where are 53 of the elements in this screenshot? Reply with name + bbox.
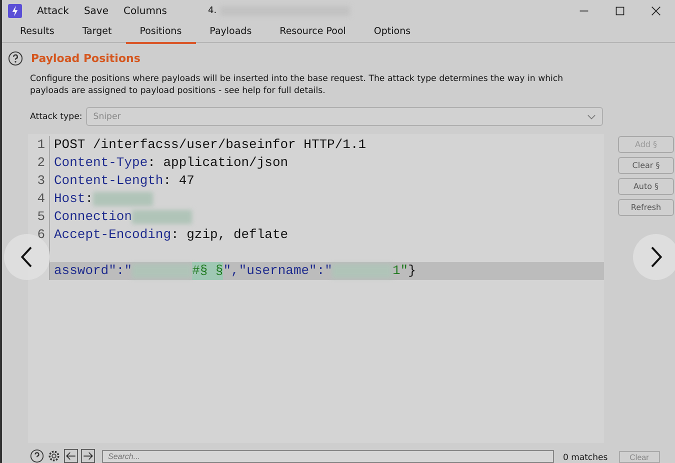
side-button[interactable]: Refresh (618, 199, 674, 216)
menu-item[interactable]: Columns (123, 6, 167, 16)
tab[interactable]: Resource Pool (266, 22, 360, 42)
code-token: : gzip, deflate (171, 226, 288, 244)
redacted-blur (132, 264, 192, 278)
code-token: Connection (54, 208, 132, 226)
line-number: 5 (37, 209, 45, 224)
code-token: : application/json (148, 154, 288, 172)
request-editor[interactable]: 1 POST /interfacss/user/baseinfor HTTP/1.1 2 Content-Type: application/json 3 Content-Length: 47 4 Host: 5 Connection 6 Accept-Encoding: gzip, deflate assword":" #§ §","username":" 1"} (28, 134, 604, 443)
forward-arrow-icon[interactable] (81, 449, 95, 463)
help-icon[interactable] (8, 51, 23, 66)
maximize-icon[interactable] (615, 6, 625, 16)
back-arrow-icon[interactable] (64, 449, 78, 463)
line-number: 4 (37, 191, 45, 206)
payload-marker: #§ § (192, 262, 224, 280)
line-number: 6 (37, 227, 45, 242)
code-token: 1" (392, 262, 408, 280)
section-description: Configure the positions where payloads will be inserted into the base request. The attack type determines the way in which payloads are assigned to payload positions - see help for full details. (30, 73, 564, 97)
code-token: POST /interfacss/user/baseinfor HTTP/1.1 (54, 136, 366, 154)
side-button[interactable]: Auto § (618, 178, 674, 195)
section-title: Payload Positions (31, 52, 140, 65)
match-count: 0 matches (563, 453, 608, 463)
close-icon[interactable] (651, 6, 661, 16)
code-token: : 47 (163, 172, 194, 190)
code-token: : (85, 190, 94, 208)
redacted-blur (132, 210, 192, 224)
tab[interactable]: Target (68, 22, 126, 42)
chevron-down-icon (587, 114, 596, 120)
code-token: Content-Length (54, 172, 164, 190)
menu-item[interactable]: Attack (37, 6, 69, 16)
tab[interactable]: Results (6, 22, 68, 42)
code-token: Accept-Encoding (54, 226, 172, 244)
search-field[interactable]: Search... (102, 450, 554, 463)
code-token: } (408, 262, 416, 280)
code-token: assword":" (54, 262, 132, 280)
window-title: 4. (208, 6, 217, 16)
next-button[interactable] (633, 234, 675, 280)
settings-icon[interactable] (47, 449, 61, 463)
side-button[interactable]: Clear § (618, 157, 674, 174)
redacted-blur (93, 192, 154, 206)
menu-item[interactable]: Save (84, 6, 108, 16)
code-token: Host (54, 190, 86, 208)
line-number: 1 (37, 137, 45, 152)
tab[interactable]: Options (360, 22, 425, 42)
line-number: 3 (37, 173, 45, 188)
attack-type-label: Attack type: (30, 112, 82, 122)
code-token: ","username":" (223, 262, 332, 280)
tab[interactable]: Positions (126, 22, 196, 44)
tab[interactable]: Payloads (196, 22, 266, 42)
help-icon[interactable] (30, 449, 44, 463)
code-token: Content-Type (54, 154, 148, 172)
line-number: 2 (37, 155, 45, 170)
app-logo-icon (8, 4, 22, 18)
